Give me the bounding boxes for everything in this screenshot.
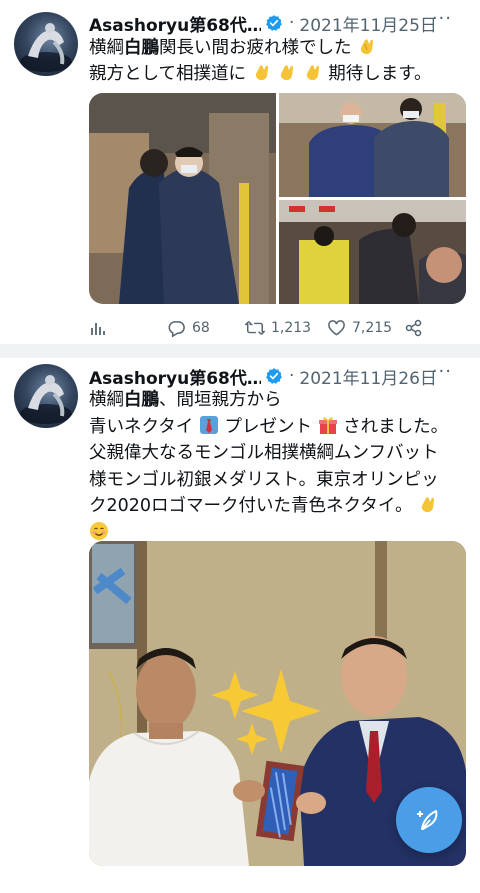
retweet-count: 1,213 (271, 320, 312, 336)
clapping-hands-emoji (421, 497, 435, 513)
tweet-date[interactable]: 2021年11月26日 (299, 364, 437, 389)
tweet-divider (0, 344, 480, 358)
author-avatar[interactable] (14, 364, 78, 428)
tweet-date[interactable]: 2021年11月25日 (299, 11, 437, 36)
share-button[interactable] (405, 319, 423, 337)
like-count: 7,215 (352, 320, 393, 336)
photo-1[interactable] (89, 93, 276, 304)
photo-2[interactable] (279, 93, 466, 197)
compose-tweet-icon (417, 810, 438, 830)
clapping-hands-emoji (280, 65, 294, 81)
share-icon (405, 319, 422, 337)
author-name[interactable]: Asashoryu第68代… (89, 364, 261, 389)
clapping-hands-emoji (255, 65, 268, 81)
photo-3[interactable] (279, 200, 466, 304)
text-segment: 親方として相撲道に (89, 64, 246, 84)
author-name[interactable]: Asashoryu第68代… (89, 11, 261, 36)
more-options-button[interactable]: ··· (432, 361, 452, 382)
tweet-text: 横綱白鵬関長い間お疲れ様でした 親方として相撲道に 期待します。 (89, 35, 464, 87)
analytics-button[interactable] (89, 319, 167, 337)
analytics-icon (91, 323, 105, 335)
verified-badge-icon (266, 15, 282, 31)
reply-button[interactable]: 68 (167, 319, 245, 338)
text-segment: 横綱 (89, 38, 124, 58)
gift-emoji (318, 416, 337, 434)
clapping-hands-emoji (306, 65, 319, 81)
text-segment: 青いネクタイ (89, 416, 194, 437)
tweet-text: 横綱白鵬、間垣親方から 青いネクタイ プレゼント されました。 父親偉大なるモン… (89, 387, 464, 546)
retweet-icon (245, 321, 265, 335)
text-segment: 様モンゴル初銀メダリスト。東京オリンピッ (89, 469, 439, 490)
text-segment: ク2020ロゴマーク付いた青色ネクタイ。 (89, 496, 413, 516)
text-segment: 、間垣親方から (159, 390, 282, 410)
retweet-button[interactable]: 1,213 (245, 319, 327, 337)
verified-badge-icon (266, 368, 282, 384)
reply-count: 68 (192, 320, 210, 336)
smiling-face-emoji (90, 521, 108, 540)
photo-grid[interactable] (89, 93, 466, 304)
text-segment: されました。 (343, 416, 449, 437)
author-avatar[interactable] (14, 12, 78, 76)
reply-icon (168, 320, 185, 337)
necktie-emoji (199, 415, 218, 434)
text-segment: 期待します。 (328, 64, 432, 84)
text-segment: 関長い間お疲れ様でした (159, 38, 352, 58)
separator-dot: · (289, 13, 295, 33)
text-segment: 横綱 (89, 390, 124, 410)
more-options-button[interactable]: ··· (432, 8, 452, 29)
clapping-hands-emoji (360, 39, 374, 55)
separator-dot: · (289, 366, 295, 386)
tweet-actions: 68 1,213 7,215 (89, 316, 440, 340)
text-segment: 父親偉大なるモンゴル相撲横綱ムンフバット (89, 443, 439, 463)
heart-icon (328, 320, 345, 336)
hashtag-name: 白鵬 (124, 390, 159, 410)
tweet-1[interactable]: Asashoryu第68代… · 2021年11月25日 ··· 横綱白鵬関長い… (0, 0, 480, 350)
compose-tweet-button[interactable] (396, 787, 462, 853)
like-button[interactable]: 7,215 (327, 319, 405, 337)
text-segment: プレゼント (224, 416, 312, 437)
hashtag-name: 白鵬 (124, 38, 159, 58)
